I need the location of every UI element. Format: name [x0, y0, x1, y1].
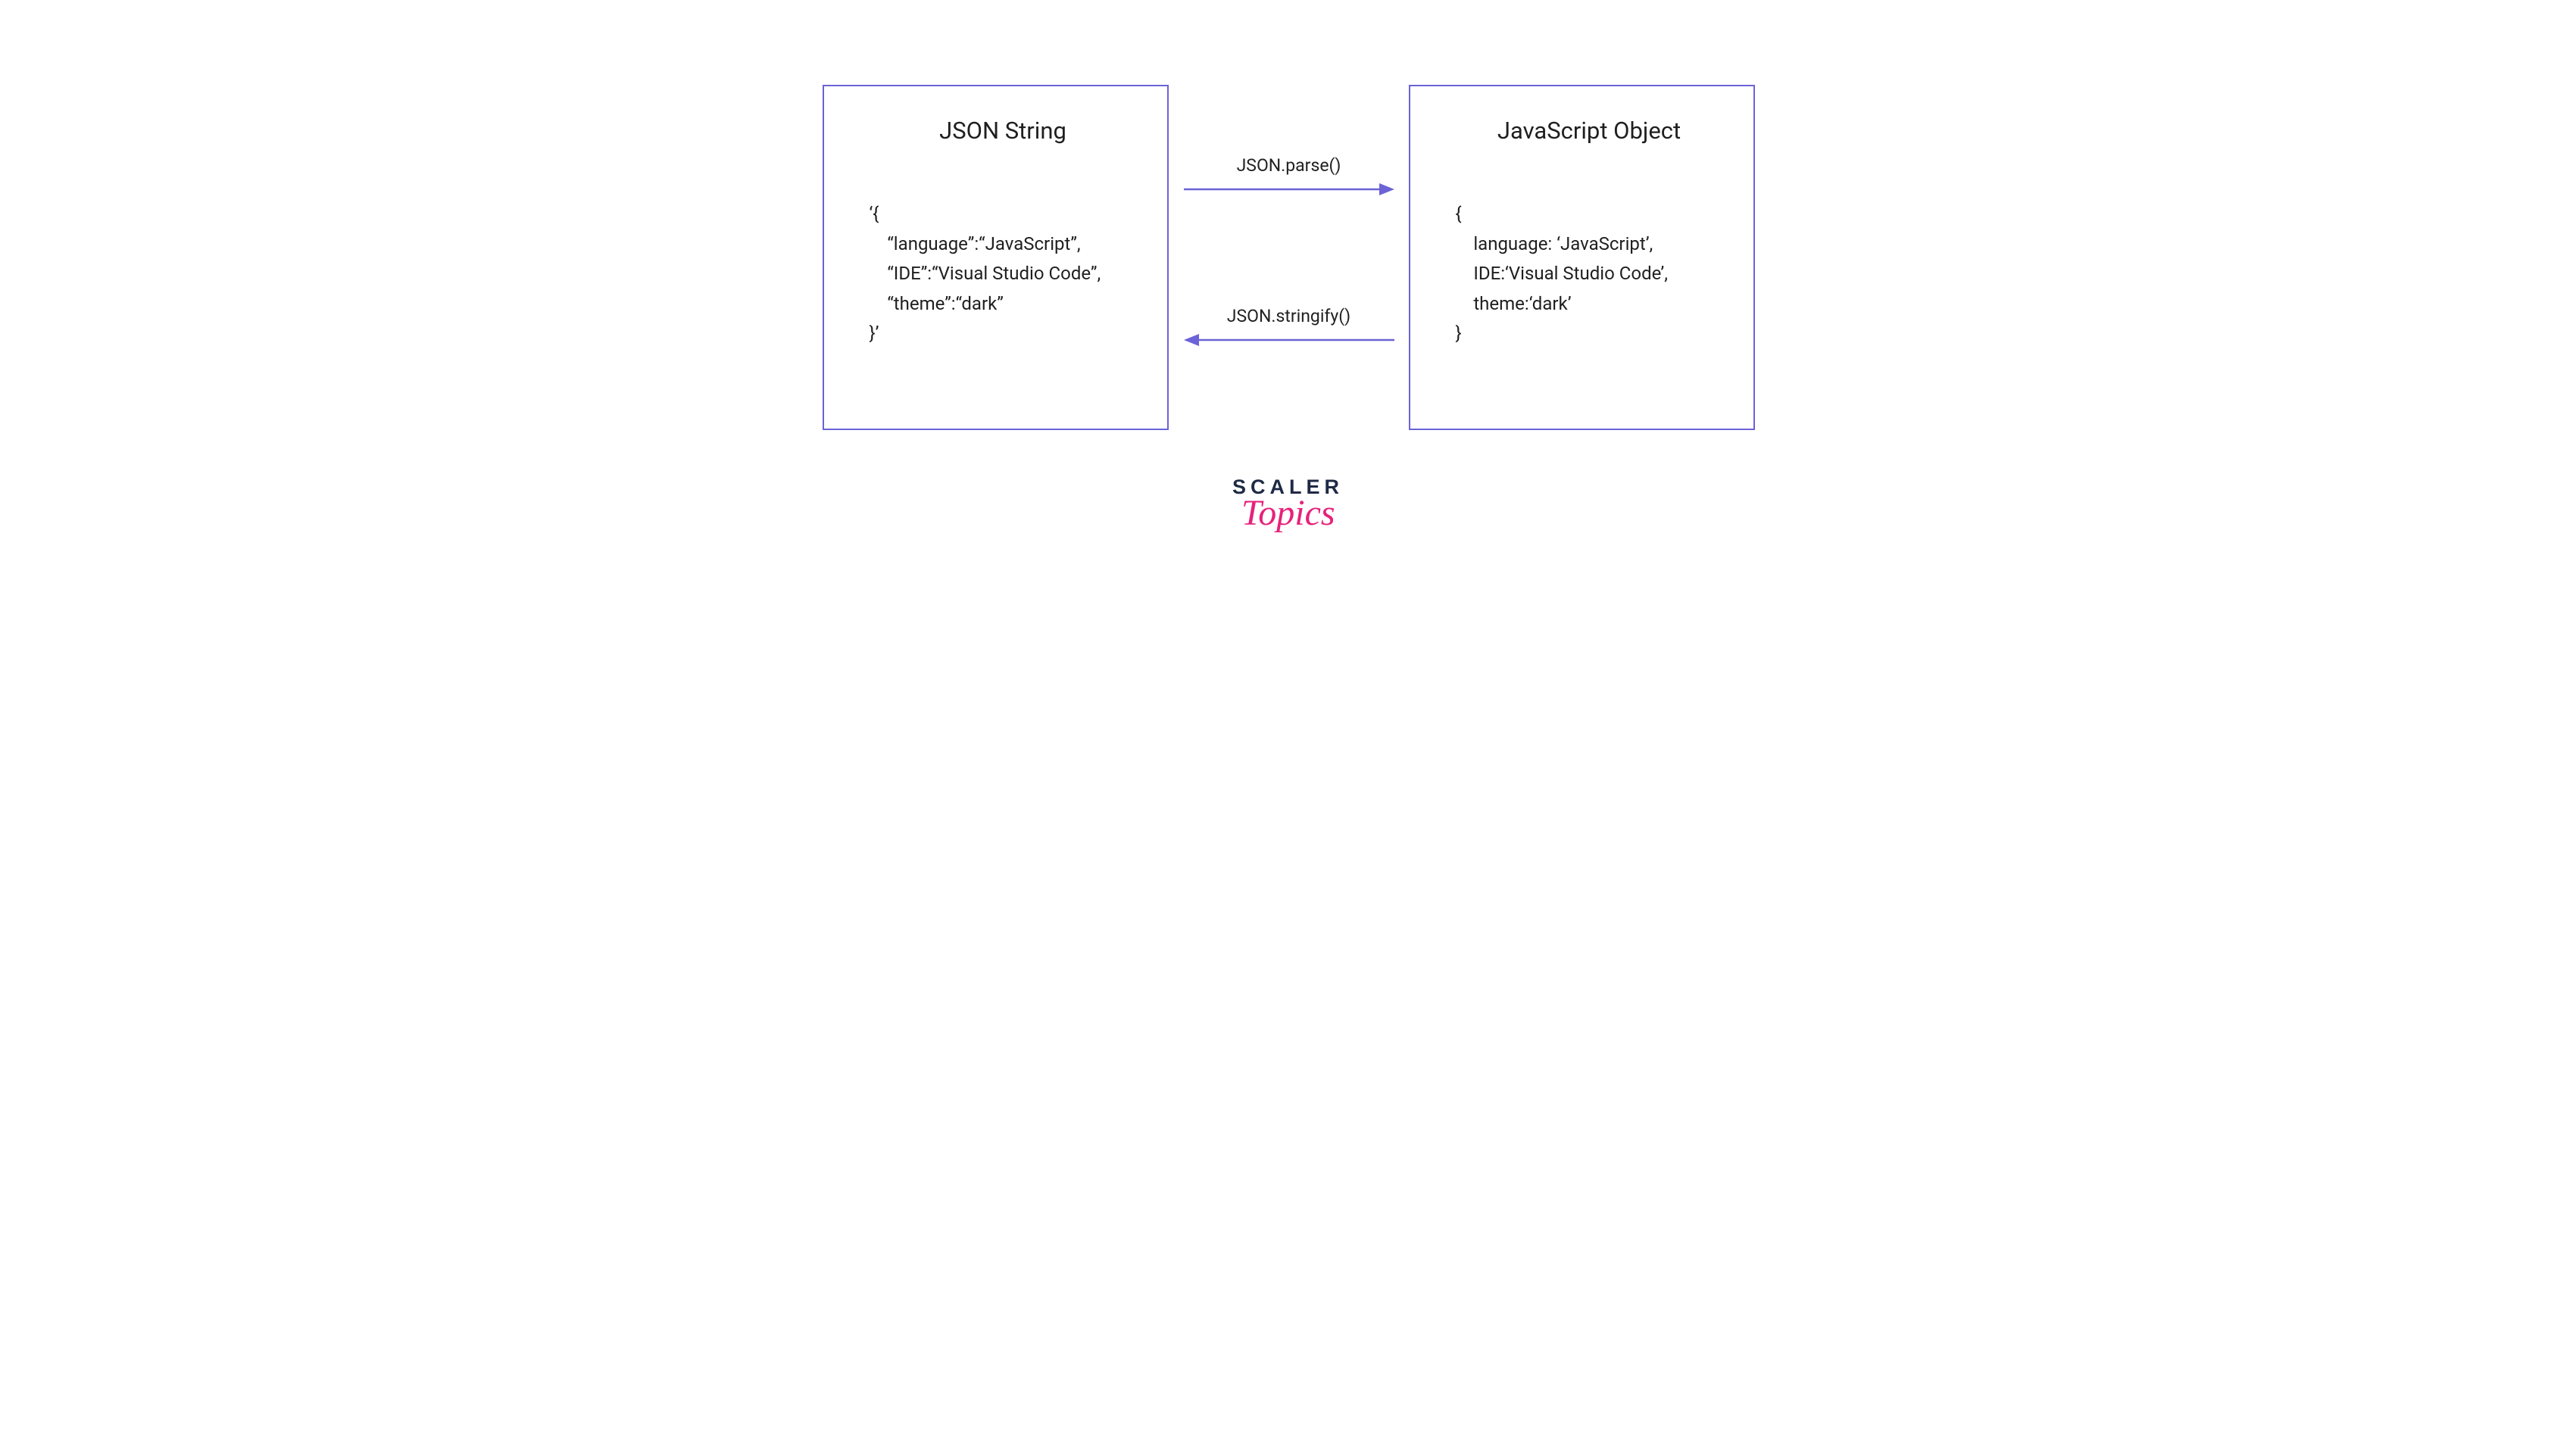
json-string-code: ‘{ “language”:“JavaScript”, “IDE”:“Visua… — [870, 199, 1137, 349]
scaler-topics-logo: SCALER Topics — [737, 476, 1840, 546]
js-object-box: JavaScript Object { language: ‘JavaScrip… — [1409, 85, 1755, 430]
parse-label: JSON.parse() — [1184, 155, 1394, 176]
logo-line2-text: Topics — [1241, 494, 1335, 533]
parse-arrow-block: JSON.parse() — [1184, 155, 1394, 198]
json-string-box: JSON String ‘{ “language”:“JavaScript”, … — [823, 85, 1169, 430]
stringify-arrow-block: JSON.stringify() — [1184, 306, 1394, 349]
logo-line2-script: Topics — [1235, 494, 1341, 543]
diagram-canvas: JSON String ‘{ “language”:“JavaScript”, … — [737, 0, 1840, 618]
stringify-label: JSON.stringify() — [1184, 306, 1394, 326]
js-object-title: JavaScript Object — [1456, 117, 1723, 145]
arrow-left-icon — [1184, 331, 1394, 349]
arrow-right-icon — [1184, 180, 1394, 198]
js-object-code: { language: ‘JavaScript’, IDE:‘Visual St… — [1456, 199, 1723, 349]
json-string-title: JSON String — [870, 117, 1137, 145]
